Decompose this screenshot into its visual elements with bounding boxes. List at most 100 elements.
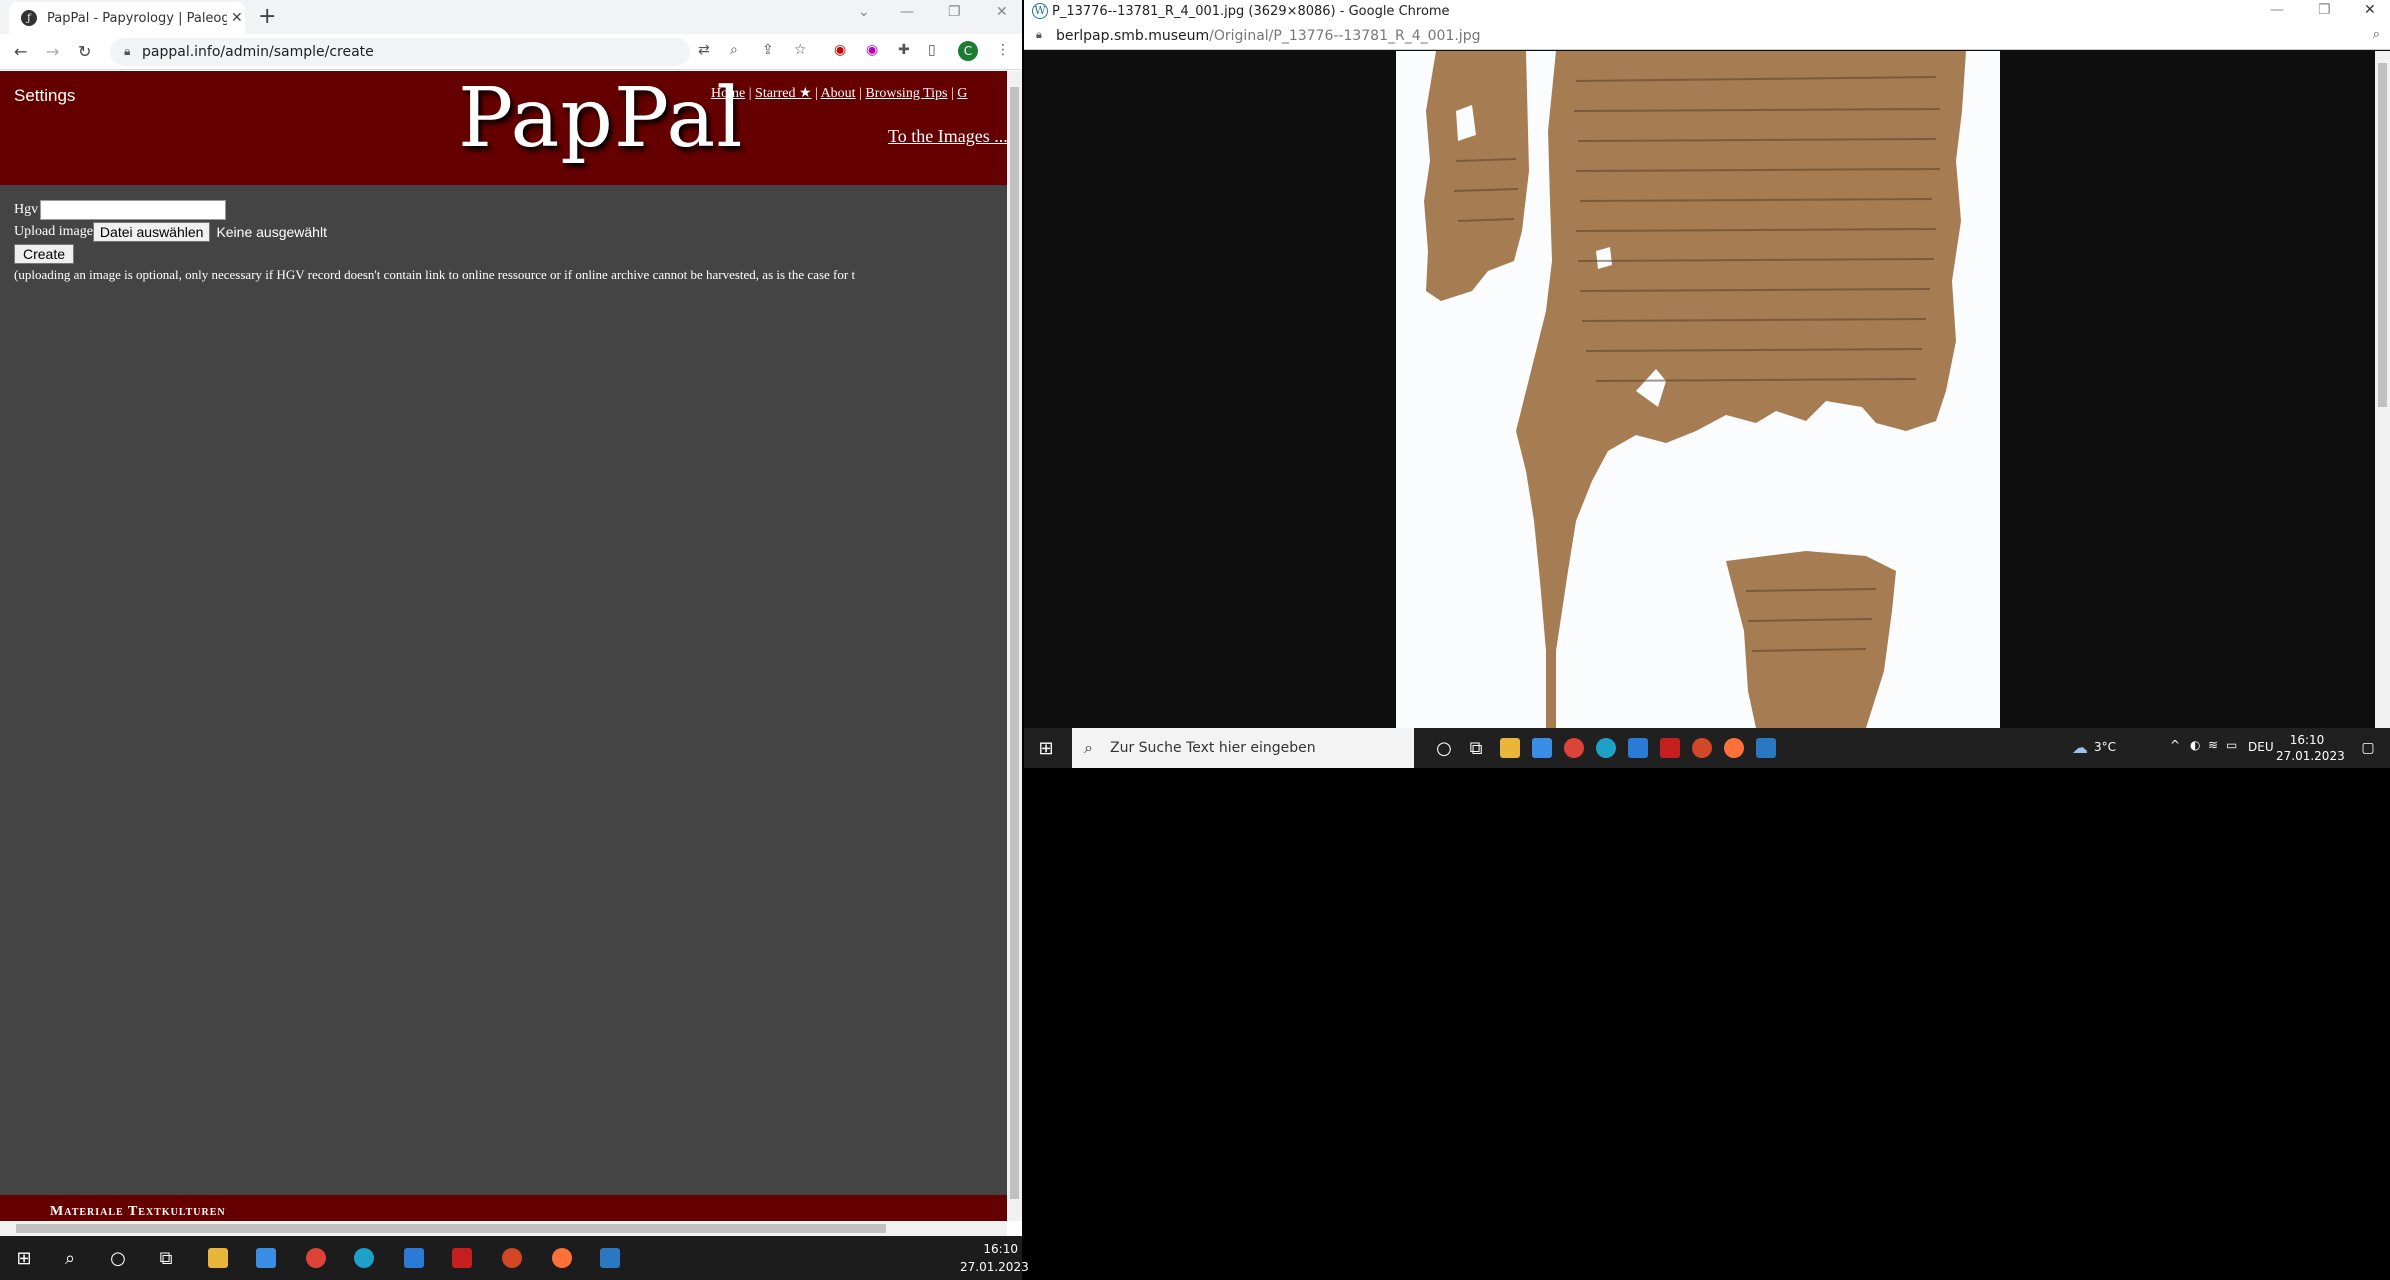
weather-cloud-icon[interactable]: ☁ [2072, 738, 2088, 757]
chevron-up-icon[interactable]: ^ [2170, 738, 2180, 752]
file-explorer-icon[interactable] [206, 1246, 230, 1270]
window-title: P_13776--13781_R_4_001.jpg (3629×8086) -… [1052, 4, 1450, 19]
extension-red-icon[interactable]: ◉ [834, 42, 846, 58]
nav-separator: | [815, 86, 818, 101]
menu-kebab-icon[interactable]: ⋮ [996, 42, 1010, 58]
translate-icon[interactable]: ⇄ [698, 42, 710, 58]
store-icon[interactable] [254, 1246, 278, 1270]
vertical-scrollbar[interactable] [2375, 51, 2390, 728]
search-placeholder: Zur Suche Text hier eingeben [1110, 740, 1316, 756]
papyrus-image[interactable] [1396, 51, 2000, 728]
window-title-bar: W P_13776--13781_R_4_001.jpg (3629×8086)… [1024, 0, 2390, 22]
hgv-input[interactable] [40, 200, 227, 220]
windows-start-icon[interactable]: ⊞ [12, 1246, 36, 1270]
nav-browsing-tips[interactable]: Browsing Tips [865, 86, 947, 101]
search-icon[interactable]: ⌕ [58, 1246, 82, 1270]
store-icon[interactable] [1530, 736, 1554, 760]
minimize-icon[interactable]: — [2270, 2, 2284, 18]
side-panel-icon[interactable]: ▯ [928, 42, 936, 58]
clock-time: 16:10 [2289, 733, 2325, 747]
close-window-icon[interactable]: ✕ [996, 4, 1008, 20]
taskbar-right: ⊞ ⌕ Zur Suche Text hier eingeben ○ ⧉ ☁ 3… [1024, 728, 2390, 768]
scrollbar-thumb[interactable] [16, 1224, 886, 1233]
scrollbar-thumb[interactable] [1010, 87, 1019, 1199]
nav-about[interactable]: About [821, 86, 856, 101]
firefox-icon[interactable] [1722, 736, 1746, 760]
url-field[interactable]: 🔒︎ pappal.info/admin/sample/create [110, 38, 690, 66]
extensions-puzzle-icon[interactable]: ✚ [898, 42, 910, 58]
chrome-icon[interactable] [304, 1246, 328, 1270]
horizontal-scrollbar[interactable] [0, 1221, 1007, 1236]
url-field[interactable]: 🔒︎ berlpap.smb.museum/Original/P_13776--… [1024, 22, 2390, 50]
image-viewer[interactable] [1024, 51, 2375, 728]
firefox-icon[interactable] [550, 1246, 574, 1270]
close-tab-icon[interactable]: ✕ [231, 10, 243, 26]
photos-icon[interactable] [598, 1246, 622, 1270]
to-images-link[interactable]: To the Images ... [888, 126, 1007, 147]
cortana-icon[interactable]: ○ [1432, 736, 1456, 760]
hgv-label: Hgv [14, 202, 39, 217]
share-icon[interactable]: ⇪ [762, 42, 774, 58]
choose-file-button[interactable]: Datei auswählen [92, 222, 211, 242]
restore-icon[interactable]: ❐ [948, 4, 961, 20]
windows-start-icon[interactable]: ⊞ [1034, 736, 1058, 760]
new-tab-icon[interactable]: + [258, 4, 276, 29]
clock-date: 27.01.2023 [960, 1260, 1029, 1274]
url-host: berlpap.smb.museum [1056, 28, 1210, 44]
extension-purple-icon[interactable]: ◉ [866, 42, 878, 58]
zoom-icon[interactable]: ⌕ [730, 42, 738, 58]
chrome-icon[interactable] [1562, 736, 1586, 760]
acrobat-icon[interactable] [1658, 736, 1682, 760]
powerpoint-icon[interactable] [500, 1246, 524, 1270]
notification-icon[interactable]: ▢ [2356, 736, 2380, 760]
clock-date: 27.01.2023 [2276, 749, 2345, 763]
upload-note: (uploading an image is optional, only ne… [14, 267, 856, 282]
powerpoint-icon[interactable] [1690, 736, 1714, 760]
back-icon[interactable]: ← [14, 42, 27, 61]
task-view-icon[interactable]: ⧉ [1464, 736, 1488, 760]
taskbar-clock[interactable]: 16:10 27.01.2023 [960, 1240, 1029, 1276]
cortana-icon[interactable]: ○ [106, 1246, 130, 1270]
tab-search-chevron-icon[interactable]: ⌄ [858, 4, 870, 20]
mail-icon[interactable] [1626, 736, 1650, 760]
network-icon[interactable]: ◐ [2190, 738, 2200, 752]
weather-temp[interactable]: 3°C [2094, 740, 2116, 754]
forward-icon[interactable]: → [46, 42, 59, 61]
search-icon: ⌕ [1084, 738, 1093, 757]
acrobat-icon[interactable] [450, 1246, 474, 1270]
edge-icon[interactable] [352, 1246, 376, 1270]
create-button[interactable]: Create [14, 244, 75, 264]
settings-link[interactable]: Settings [14, 86, 75, 106]
vertical-scrollbar[interactable] [1007, 71, 1022, 1221]
language-indicator[interactable]: DEU [2248, 740, 2274, 754]
minimize-icon[interactable]: — [900, 4, 914, 20]
mail-icon[interactable] [402, 1246, 426, 1270]
top-nav: Home | Starred ★ | About | Browsing Tips… [711, 85, 967, 102]
restore-icon[interactable]: ❐ [2318, 2, 2331, 18]
site-header: Settings PapPal Home | Starred ★ | About… [0, 71, 1007, 185]
nav-separator: | [859, 86, 862, 101]
nav-overflow[interactable]: G [957, 86, 967, 101]
site-logo[interactable]: PapPal [458, 71, 743, 166]
nav-home[interactable]: Home [711, 86, 745, 101]
tab-title: PapPal - Papyrology | Paleograph [47, 10, 227, 26]
nav-starred[interactable]: Starred ★ [755, 86, 811, 101]
zoom-icon[interactable]: ⌕ [2373, 27, 2380, 42]
scrollbar-thumb[interactable] [2378, 63, 2387, 407]
edge-icon[interactable] [1594, 736, 1618, 760]
wifi-icon[interactable]: ≋ [2208, 738, 2218, 752]
battery-icon[interactable]: ▭ [2226, 738, 2237, 752]
browser-tab[interactable]: ƒ PapPal - Papyrology | Paleograph ✕ [9, 2, 245, 34]
url-path: /Original/P_13776--13781_R_4_001.jpg [1209, 28, 1481, 44]
close-window-icon[interactable]: ✕ [2364, 2, 2376, 18]
reload-icon[interactable]: ↻ [78, 42, 91, 61]
bookmark-star-icon[interactable]: ☆ [794, 42, 807, 58]
file-explorer-icon[interactable] [1498, 736, 1522, 760]
photos-icon[interactable] [1754, 736, 1778, 760]
lock-icon: 🔒︎ [1036, 28, 1042, 41]
site-footer: Materiale Textkulturen [0, 1195, 1007, 1221]
taskbar-search[interactable]: ⌕ Zur Suche Text hier eingeben [1072, 728, 1414, 768]
taskbar-clock[interactable]: 16:10 27.01.2023 [2276, 732, 2345, 764]
task-view-icon[interactable]: ⧉ [154, 1246, 178, 1270]
profile-avatar[interactable]: C [958, 41, 978, 61]
